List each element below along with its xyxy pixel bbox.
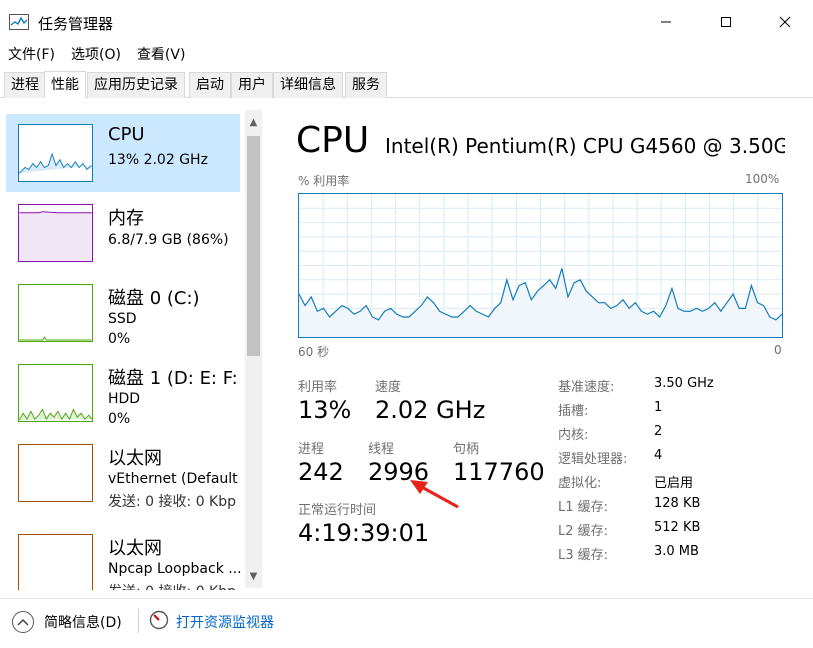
sidebar-item-usage: 发送: 0 接收: 0 Kbp: [108, 494, 237, 510]
scroll-up-icon[interactable]: ▲: [245, 114, 262, 131]
menu-options[interactable]: 选项(O): [63, 44, 129, 66]
sidebar-item-ethernet2[interactable]: 以太网 Npcap Loopback ... 发送: 0 接收: 0 Kbp: [6, 524, 242, 590]
spec-value: 128 KB: [654, 496, 701, 511]
fewer-details-button[interactable]: 简略信息(D): [44, 612, 122, 632]
speed-value: 2.02 GHz: [375, 396, 486, 424]
graph-label-max: 100%: [745, 172, 780, 186]
memory-thumbnail: [18, 204, 93, 262]
cpu-model-name: Intel(R) Pentium(R) CPU G4560 @ 3.50G...: [385, 134, 785, 158]
minimize-icon: [661, 21, 671, 23]
ethernet2-thumbnail: [18, 534, 93, 590]
sidebar-item-detail: vEthernet (Default: [108, 471, 238, 487]
sidebar-item-title: 以太网: [108, 538, 162, 559]
tab-users[interactable]: 用户: [231, 72, 273, 98]
sidebar-item-usage: 0%: [108, 411, 131, 427]
processes-label: 进程: [298, 442, 325, 457]
page-title: CPU: [296, 120, 370, 161]
close-button[interactable]: [755, 0, 813, 44]
footer-bar: 简略信息(D) 打开资源监视器: [0, 598, 813, 648]
processes-value: 242: [298, 458, 344, 486]
utilization-label: 利用率: [298, 380, 338, 395]
sidebar-item-title: 以太网: [108, 448, 162, 469]
sidebar-item-usage: 发送: 0 接收: 0 Kbp: [108, 581, 236, 590]
utilization-value: 13%: [298, 396, 352, 424]
sidebar-item-title: 内存: [108, 208, 144, 229]
uptime-value: 4:19:39:01: [298, 519, 430, 547]
spec-value: 2: [654, 424, 663, 439]
menu-file[interactable]: 文件(F): [0, 44, 63, 66]
handles-label: 句柄: [453, 442, 480, 457]
threads-value: 2996: [368, 458, 430, 486]
sidebar-scrollbar[interactable]: ▲ ▼: [245, 110, 262, 588]
menu-bar: 文件(F) 选项(O) 查看(V): [0, 44, 193, 66]
scroll-down-icon[interactable]: ▼: [245, 568, 262, 585]
tab-startup[interactable]: 启动: [189, 72, 231, 98]
sidebar-item-detail: Npcap Loopback ...: [108, 561, 242, 577]
disk1-thumbnail: [18, 364, 93, 422]
resource-list: CPU 13% 2.02 GHz 内存 6.8/7.9 GB (86%) 磁盘 …: [0, 110, 264, 590]
spec-value: 3.50 GHz: [654, 376, 714, 391]
spec-label: 虚拟化:: [558, 476, 602, 491]
sidebar-item-detail: 13% 2.02 GHz: [108, 152, 208, 168]
spec-value: 3.0 MB: [654, 544, 699, 559]
tab-strip: 进程 性能 应用历史记录 启动 用户 详细信息 服务: [0, 71, 813, 98]
cpu-thumbnail: [18, 124, 93, 182]
close-icon: [779, 16, 791, 28]
footer-divider: [138, 609, 139, 633]
spec-value: 1: [654, 400, 663, 415]
sidebar-item-cpu[interactable]: CPU 13% 2.02 GHz: [6, 114, 240, 192]
sidebar-item-detail: SSD: [108, 311, 137, 327]
sidebar-item-title: 磁盘 1 (D: E: F:: [108, 368, 238, 389]
handles-value: 117760: [453, 458, 545, 486]
chevron-up-icon[interactable]: [12, 611, 34, 633]
tab-processes[interactable]: 进程: [4, 72, 46, 98]
menu-view[interactable]: 查看(V): [129, 44, 194, 66]
spec-value: 512 KB: [654, 520, 701, 535]
sidebar-item-title: CPU: [108, 124, 145, 145]
scroll-thumb[interactable]: [247, 136, 260, 356]
sidebar-item-detail: 6.8/7.9 GB (86%): [108, 232, 229, 248]
speed-label: 速度: [375, 380, 402, 395]
disk0-thumbnail: [18, 284, 93, 342]
task-manager-icon: [9, 14, 29, 30]
spec-value: 4: [654, 448, 663, 463]
sidebar-item-disk1[interactable]: 磁盘 1 (D: E: F: HDD 0%: [6, 354, 240, 432]
spec-label: 逻辑处理器:: [558, 452, 628, 467]
spec-label: L1 缓存:: [558, 500, 609, 515]
sidebar-item-disk0[interactable]: 磁盘 0 (C:) SSD 0%: [6, 274, 240, 352]
spec-label: L3 缓存:: [558, 548, 609, 563]
sidebar-item-ethernet1[interactable]: 以太网 vEthernet (Default 发送: 0 接收: 0 Kbp: [6, 434, 240, 512]
ethernet1-thumbnail: [18, 444, 93, 502]
spec-label: 基准速度:: [558, 380, 615, 395]
title-bar: 任务管理器: [0, 0, 813, 44]
threads-label: 线程: [368, 442, 395, 457]
sidebar-item-title: 磁盘 0 (C:): [108, 288, 200, 309]
sidebar-item-detail: HDD: [108, 391, 141, 407]
tab-app-history[interactable]: 应用历史记录: [87, 72, 185, 98]
maximize-icon: [721, 17, 731, 27]
tab-performance[interactable]: 性能: [44, 71, 86, 98]
graph-axis-start: 60 秒: [298, 345, 330, 359]
window-title: 任务管理器: [38, 15, 114, 33]
tab-details[interactable]: 详细信息: [273, 72, 343, 98]
spec-value: 已启用: [654, 476, 694, 491]
sidebar-item-memory[interactable]: 内存 6.8/7.9 GB (86%): [6, 194, 240, 272]
spec-label: 插槽:: [558, 404, 589, 419]
graph-label-utilization: % 利用率: [298, 174, 350, 188]
sidebar-item-usage: 0%: [108, 331, 131, 347]
spec-label: L2 缓存:: [558, 524, 609, 539]
open-resource-monitor-link[interactable]: 打开资源监视器: [176, 612, 274, 632]
spec-label: 内核:: [558, 428, 589, 443]
cpu-usage-graph: [298, 193, 783, 338]
resource-monitor-icon[interactable]: [149, 610, 169, 630]
tab-services[interactable]: 服务: [345, 72, 387, 98]
uptime-label: 正常运行时间: [298, 503, 377, 518]
graph-axis-end: 0: [774, 343, 782, 357]
minimize-button[interactable]: [636, 0, 696, 44]
maximize-button[interactable]: [696, 0, 756, 44]
